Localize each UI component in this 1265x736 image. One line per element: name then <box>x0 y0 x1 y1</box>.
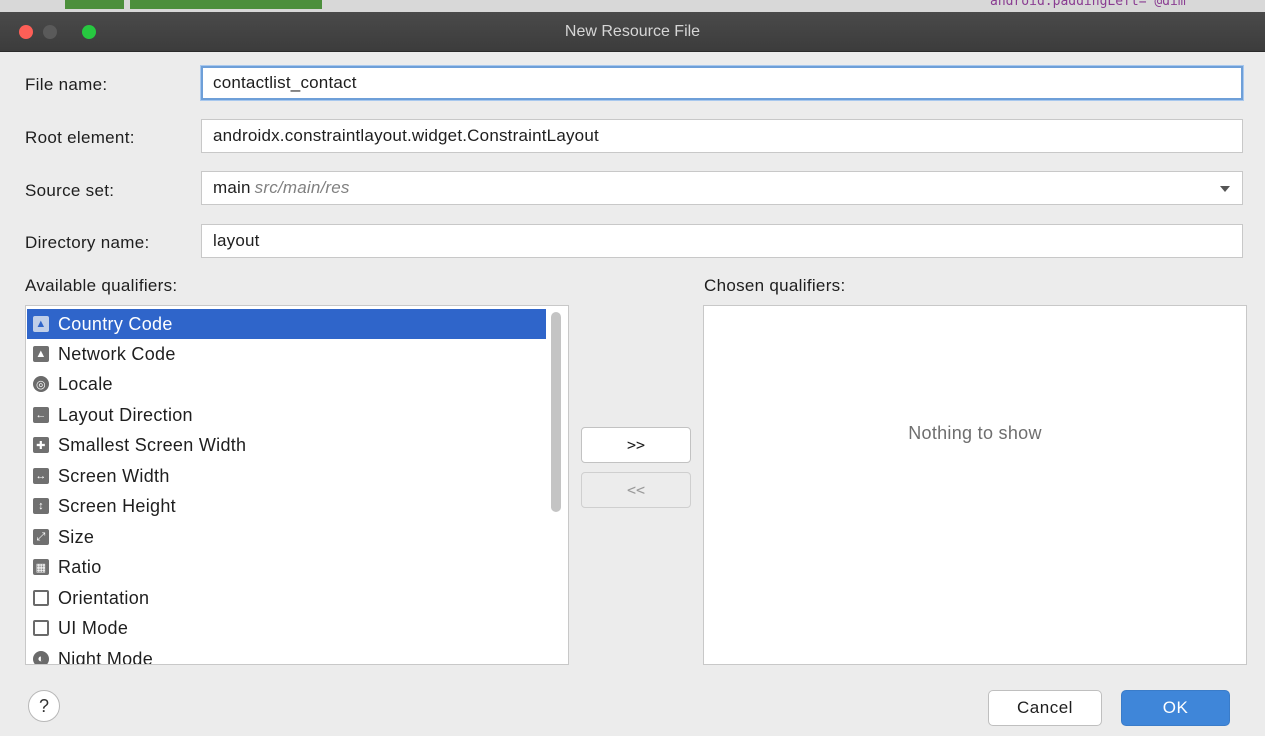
file-name-field[interactable]: contactlist_contact <box>201 66 1243 100</box>
chosen-qualifiers-label: Chosen qualifiers: <box>704 276 846 295</box>
size-icon: ⤢ <box>33 529 49 545</box>
chevron-down-icon[interactable] <box>1220 186 1230 192</box>
qualifier-item-screen-width[interactable]: ↔ Screen Width <box>27 461 546 491</box>
qualifier-label: Ratio <box>58 556 102 577</box>
layout-direction-icon: ← <box>33 407 49 423</box>
root-element-label: Root element: <box>25 128 135 147</box>
qualifier-item-layout-direction[interactable]: ← Layout Direction <box>27 400 546 430</box>
qualifier-label: Screen Height <box>58 495 176 516</box>
qualifier-item-network-code[interactable]: ▲ Network Code <box>27 339 546 369</box>
available-qualifiers-label: Available qualifiers: <box>25 276 178 295</box>
background-window-strip: android:paddingLeft="@dim <box>0 0 1265 12</box>
source-set-dropdown[interactable]: main src/main/res <box>201 171 1243 205</box>
ui-mode-icon <box>33 620 49 636</box>
globe-icon: ◎ <box>33 376 49 392</box>
directory-name-value: layout <box>213 231 260 250</box>
country-code-icon: ▲ <box>33 316 49 332</box>
available-qualifiers-list[interactable]: ▲ Country Code ▲ Network Code ◎ Locale ←… <box>25 305 569 665</box>
source-set-path-hint: src/main/res <box>254 178 350 197</box>
scrollbar-thumb[interactable] <box>551 312 561 512</box>
qualifier-item-smallest-screen-width[interactable]: ✚ Smallest Screen Width <box>27 430 546 460</box>
directory-name-label: Directory name: <box>25 233 150 252</box>
qualifier-item-night-mode[interactable]: ◐ Night Mode <box>27 644 546 665</box>
qualifier-label: Night Mode <box>58 648 154 665</box>
cancel-button[interactable]: Cancel <box>988 690 1102 726</box>
screen-height-icon: ↕ <box>33 498 49 514</box>
qualifier-label: Locale <box>58 373 113 394</box>
qualifiers-scrollbar[interactable] <box>549 308 563 664</box>
qualifier-item-size[interactable]: ⤢ Size <box>27 522 546 552</box>
background-green-bar <box>65 0 322 9</box>
background-code-text: android:paddingLeft="@dim <box>990 0 1186 9</box>
smallest-width-icon: ✚ <box>33 437 49 453</box>
title-bar: New Resource File <box>0 12 1265 52</box>
new-resource-file-dialog: File name: contactlist_contact Root elem… <box>0 52 1265 736</box>
qualifier-label: Layout Direction <box>58 404 193 425</box>
file-name-label: File name: <box>25 75 108 94</box>
ratio-icon: ▦ <box>33 559 49 575</box>
qualifier-label: UI Mode <box>58 617 129 638</box>
qualifier-item-orientation[interactable]: Orientation <box>27 583 546 613</box>
background-divider <box>124 0 130 9</box>
qualifier-item-ui-mode[interactable]: UI Mode <box>27 613 546 643</box>
screen-width-icon: ↔ <box>33 468 49 484</box>
qualifier-label: Country Code <box>58 313 173 334</box>
qualifier-item-country-code[interactable]: ▲ Country Code <box>27 309 546 339</box>
qualifier-item-ratio[interactable]: ▦ Ratio <box>27 552 546 582</box>
qualifier-item-screen-height[interactable]: ↕ Screen Height <box>27 491 546 521</box>
night-mode-icon: ◐ <box>33 651 49 664</box>
root-element-field[interactable]: androidx.constraintlayout.widget.Constra… <box>201 119 1243 153</box>
file-name-value: contactlist_contact <box>213 73 357 92</box>
root-element-value: androidx.constraintlayout.widget.Constra… <box>213 126 599 145</box>
empty-state-text: Nothing to show <box>908 423 1042 443</box>
help-button[interactable]: ? <box>28 690 60 722</box>
window-title: New Resource File <box>564 23 701 40</box>
ok-button[interactable]: OK <box>1121 690 1230 726</box>
qualifier-label: Size <box>58 526 95 547</box>
chosen-qualifiers-list[interactable]: Nothing to show <box>703 305 1247 665</box>
directory-name-field[interactable]: layout <box>201 224 1243 258</box>
qualifier-label: Smallest Screen Width <box>58 434 247 455</box>
add-qualifier-button[interactable]: >> <box>581 427 691 463</box>
qualifier-label: Screen Width <box>58 465 170 486</box>
orientation-icon <box>33 590 49 606</box>
remove-qualifier-button[interactable]: << <box>581 472 691 508</box>
source-set-value: main <box>213 178 251 197</box>
qualifier-item-locale[interactable]: ◎ Locale <box>27 369 546 399</box>
source-set-label: Source set: <box>25 181 115 200</box>
qualifier-label: Orientation <box>58 587 150 608</box>
qualifier-label: Network Code <box>58 343 176 364</box>
network-code-icon: ▲ <box>33 346 49 362</box>
